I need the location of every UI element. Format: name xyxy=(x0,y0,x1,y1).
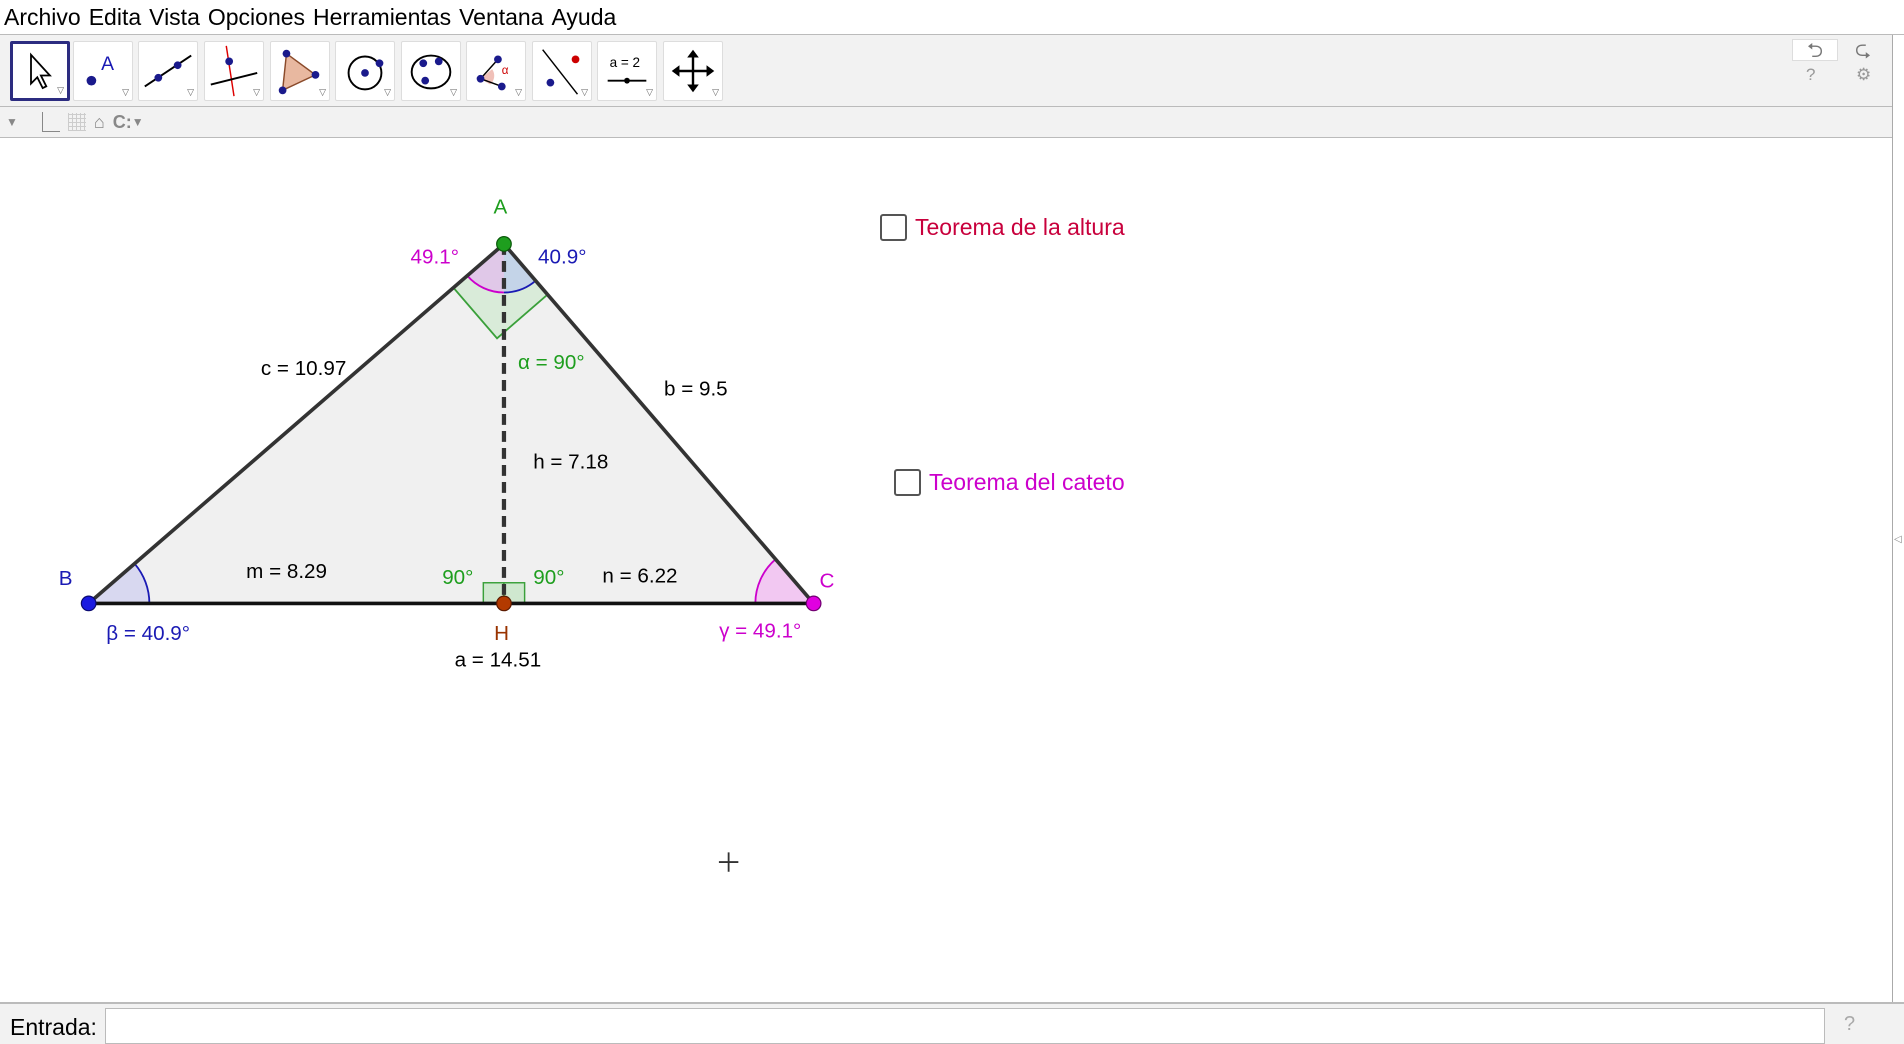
line-tool-button[interactable]: ▽ xyxy=(138,41,198,101)
svg-text:α: α xyxy=(502,64,509,77)
toolbar: ▽ A ▽ ▽ ▽ ▽ ▽ ▽ α ▽ ▽ a = 2 ▽ ▽ ⮌ ⮎ ? ⚙ xyxy=(0,35,1892,107)
label-a: A xyxy=(493,196,507,219)
panel-divider[interactable] xyxy=(1892,35,1893,1005)
m-label: m = 8.29 xyxy=(246,560,327,583)
input-field[interactable] xyxy=(105,1008,1825,1044)
gear-icon[interactable]: ⚙ xyxy=(1856,65,1871,85)
n-label: n = 6.22 xyxy=(602,565,677,588)
angle-h-left-label: 90° xyxy=(442,566,473,589)
point-tool-button[interactable]: A ▽ xyxy=(73,41,133,101)
home-icon[interactable]: ⌂ xyxy=(94,112,105,133)
triangle-abc[interactable] xyxy=(88,243,814,604)
gamma-label: γ = 49.1° xyxy=(719,619,801,642)
side-a-label: a = 14.51 xyxy=(455,649,542,672)
circle-tool-button[interactable]: ▽ xyxy=(335,41,395,101)
checkbox-box[interactable] xyxy=(880,214,907,241)
checkbox-teorema-cateto[interactable]: Teorema del cateto xyxy=(894,469,1125,496)
axes-icon[interactable] xyxy=(41,112,60,132)
svg-text:A: A xyxy=(101,54,114,75)
angle-a-right-label: 40.9° xyxy=(538,245,586,268)
checkbox-label: Teorema de la altura xyxy=(915,214,1125,240)
help-icon[interactable]: ? xyxy=(1806,65,1815,85)
point-h[interactable] xyxy=(496,595,512,612)
move-tool-button[interactable]: ▽ xyxy=(10,41,70,101)
angle-a-left-label: 49.1° xyxy=(411,245,459,268)
perpendicular-tool-button[interactable]: ▽ xyxy=(204,41,264,101)
grid-icon[interactable] xyxy=(67,113,86,131)
point-a[interactable] xyxy=(496,236,512,252)
label-h: H xyxy=(494,622,509,645)
point-c[interactable] xyxy=(805,595,822,612)
input-bar: Entrada: ? xyxy=(0,1002,1904,1044)
label-b: B xyxy=(59,567,73,590)
beta-label: β = 40.9° xyxy=(106,622,190,645)
input-label: Entrada: xyxy=(10,1014,97,1040)
slider-tool-button[interactable]: a = 2 ▽ xyxy=(597,41,657,101)
menu-bar: Archivo Edita Vista Opciones Herramienta… xyxy=(0,0,1904,35)
reflect-tool-button[interactable]: ▽ xyxy=(532,41,592,101)
angle-tool-button[interactable]: α ▽ xyxy=(466,41,526,101)
angle-h-right-label: 90° xyxy=(533,566,564,589)
menu-edita[interactable]: Edita xyxy=(89,4,141,31)
svg-text:a = 2: a = 2 xyxy=(610,55,640,70)
label-c: C xyxy=(820,570,835,593)
side-b-label: b = 9.5 xyxy=(664,378,728,401)
menu-ayuda[interactable]: Ayuda xyxy=(552,4,617,31)
menu-ventana[interactable]: Ventana xyxy=(459,4,543,31)
construction-canvas[interactable]: A B C H 49.1° 40.9° α = 90° c = 10.97 b … xyxy=(0,138,1892,1002)
conic-tool-button[interactable]: ▽ xyxy=(401,41,461,101)
side-c-label: c = 10.97 xyxy=(261,357,346,380)
menu-archivo[interactable]: Archivo xyxy=(4,4,81,31)
toggle-stylebar-icon[interactable]: ▼ xyxy=(6,115,18,129)
crosshair-cursor-icon xyxy=(718,852,739,872)
undo-button[interactable]: ⮌ xyxy=(1792,39,1838,62)
polygon-tool-button[interactable]: ▽ xyxy=(270,41,330,101)
style-bar: ▼ ⌂ C: ▼ xyxy=(0,107,1892,138)
label-style-button[interactable]: C: xyxy=(113,112,132,133)
redo-button[interactable]: ⮎ xyxy=(1840,39,1886,61)
point-b[interactable] xyxy=(80,595,97,612)
chevron-down-icon[interactable]: ▼ xyxy=(132,115,144,129)
input-help-icon[interactable]: ? xyxy=(1844,1013,1855,1036)
move-view-tool-button[interactable]: ▽ xyxy=(663,41,723,101)
height-label: h = 7.18 xyxy=(533,451,608,474)
collapse-panel-icon[interactable]: ◁ xyxy=(1894,534,1902,545)
checkbox-box[interactable] xyxy=(894,469,921,496)
alpha-label: α = 90° xyxy=(518,351,585,374)
graphics-view[interactable]: A B C H 49.1° 40.9° α = 90° c = 10.97 b … xyxy=(0,138,1892,1002)
menu-vista[interactable]: Vista xyxy=(149,4,200,31)
menu-herramientas[interactable]: Herramientas xyxy=(313,4,451,31)
checkbox-label: Teorema del cateto xyxy=(929,469,1125,495)
checkbox-teorema-altura[interactable]: Teorema de la altura xyxy=(880,214,1125,241)
menu-opciones[interactable]: Opciones xyxy=(208,4,305,31)
